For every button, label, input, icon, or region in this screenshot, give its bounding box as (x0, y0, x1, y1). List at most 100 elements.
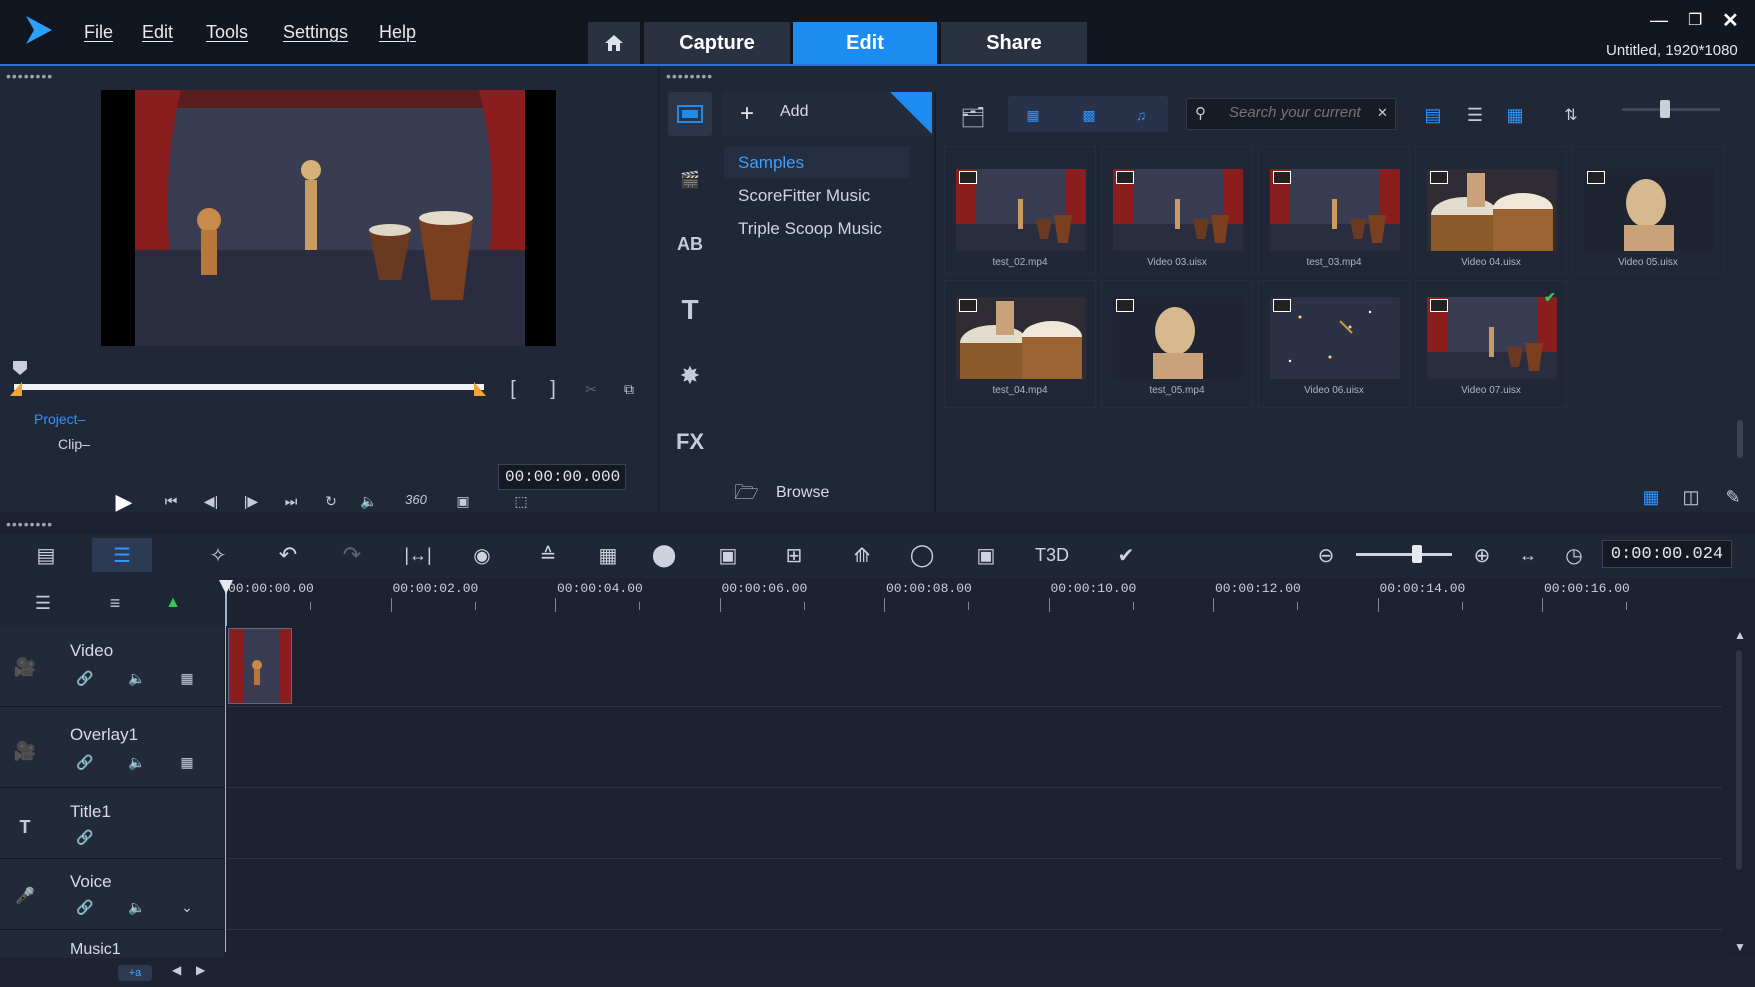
transition-icon[interactable]: AB (668, 222, 712, 266)
multi-camera-icon[interactable]: ▦ (588, 538, 628, 572)
mute-icon[interactable]: 🔈 (126, 751, 148, 773)
track-manager-icon[interactable]: ☰ (32, 592, 54, 614)
play-icon[interactable]: ▶ (112, 489, 136, 514)
menu-tools[interactable]: Tools (206, 22, 248, 43)
project-mode[interactable]: Project– (34, 411, 85, 427)
mute-icon[interactable]: 🔈 (126, 667, 148, 689)
media-thumbnail[interactable]: test_03.mp4 (1258, 146, 1410, 274)
media-library-icon[interactable] (668, 92, 712, 136)
import-media-icon[interactable]: 🗂 (956, 102, 990, 132)
360-view-icon[interactable]: 360 (398, 488, 434, 510)
sound-mixer-icon[interactable]: ≙ (528, 538, 568, 572)
minimize-icon[interactable]: — (1650, 10, 1668, 31)
repeat-icon[interactable]: ↻ (320, 490, 342, 512)
menu-edit[interactable]: Edit (142, 22, 173, 43)
folder-samples[interactable]: Samples (738, 153, 804, 173)
zoom-slider-handle[interactable] (1412, 545, 1422, 563)
mute-icon[interactable]: 🔈 (126, 896, 148, 918)
motion-tracking-icon[interactable]: ⟰ (842, 538, 882, 572)
preview-window[interactable] (101, 90, 556, 346)
show-photo-icon[interactable]: ▩ (1074, 102, 1104, 128)
home-tab[interactable] (588, 22, 640, 64)
restore-icon[interactable]: ❐ (1688, 10, 1702, 30)
zoom-slider[interactable] (1356, 553, 1452, 556)
redo-icon[interactable]: ↷ (332, 538, 372, 572)
add-track-button[interactable]: +a (118, 965, 152, 981)
graphics-icon[interactable]: ✸ (668, 354, 712, 398)
show-audio-icon[interactable]: ♫ (1126, 102, 1156, 128)
ripple-link-icon[interactable]: 🔗 (74, 667, 96, 689)
track-row-video[interactable] (226, 626, 1722, 707)
list-view-selected-icon[interactable]: ▤ (1418, 102, 1448, 128)
media-thumbnail[interactable]: ✔ Video 07.uisx (1415, 280, 1567, 408)
expand-icon[interactable]: ⌄ (176, 896, 198, 918)
scroll-right-icon[interactable]: ▶ (196, 963, 205, 977)
volume-icon[interactable]: 🔈 (358, 490, 380, 512)
thumbnail-size-handle[interactable] (1660, 100, 1670, 118)
folder-scorefitter[interactable]: ScoreFitter Music (738, 186, 870, 206)
menu-file[interactable]: File (84, 22, 113, 43)
media-thumbnail[interactable]: test_05.mp4 (1101, 280, 1253, 408)
skip-start-icon[interactable]: ⏮ (160, 490, 182, 512)
auto-music-icon[interactable]: ✔ (1106, 538, 1146, 572)
track-row-title[interactable] (226, 788, 1722, 859)
record-capture-icon[interactable]: ◉ (462, 538, 502, 572)
zoom-out-icon[interactable]: ⊖ (1306, 538, 1346, 572)
panel-grip[interactable]: •••••••• (6, 69, 53, 83)
undo-icon[interactable]: ↶ (268, 538, 308, 572)
library-panel-icon[interactable]: ▦ (1636, 486, 1666, 508)
library-scrollbar[interactable] (1737, 420, 1743, 458)
add-icon[interactable]: + (740, 100, 754, 128)
media-thumbnail[interactable]: Video 05.uisx (1572, 146, 1724, 274)
details-view-icon[interactable]: ☰ (1460, 102, 1490, 128)
track-transparency-icon[interactable]: ▦ (176, 751, 198, 773)
media-thumbnail[interactable]: Video 06.uisx (1258, 280, 1410, 408)
tools-icon[interactable]: ✧ (198, 538, 238, 572)
chapter-marker-icon[interactable]: ≡ (104, 592, 126, 614)
mark-out-icon[interactable]: ] (542, 378, 564, 400)
mark-in-icon[interactable]: [ (502, 378, 524, 400)
fit-to-project-icon[interactable]: |↔| (398, 538, 438, 572)
enlarge-preview-icon[interactable]: ⧉ (618, 378, 640, 400)
player-timecode[interactable]: 00:00:00.000 (498, 464, 626, 490)
clip-mode[interactable]: Clip– (58, 436, 90, 452)
selection-tool-icon[interactable]: ⬚ (506, 490, 536, 512)
clear-search-icon[interactable]: ✕ (1377, 105, 1388, 121)
previous-frame-icon[interactable]: ◀| (200, 490, 222, 512)
split-clip-icon[interactable]: ✂ (580, 378, 602, 400)
menu-settings[interactable]: Settings (283, 22, 348, 43)
filter-fx-icon[interactable]: FX (668, 420, 712, 464)
media-thumbnail[interactable]: test_04.mp4 (944, 280, 1096, 408)
options-panel-icon[interactable]: ◫ (1676, 486, 1706, 508)
scroll-down-icon[interactable]: ▼ (1734, 940, 1746, 954)
track-row-music[interactable] (226, 930, 1722, 959)
next-frame-icon[interactable]: |▶ (240, 490, 262, 512)
media-thumbnail[interactable]: Video 04.uisx (1415, 146, 1567, 274)
timeline-timecode[interactable]: 0:00:00.024 (1602, 540, 1732, 568)
timeline-view-icon[interactable]: ☰ (92, 538, 152, 572)
thumbnail-size-slider[interactable] (1622, 108, 1720, 111)
ripple-link-icon[interactable]: 🔗 (74, 826, 96, 848)
aspect-ratio-icon[interactable]: ▣ (448, 490, 478, 512)
path-icon[interactable]: ◯ (902, 538, 942, 572)
tab-share[interactable]: Share (941, 22, 1087, 64)
close-icon[interactable]: ✕ (1722, 8, 1739, 33)
thumbnail-view-icon[interactable]: ▦ (1500, 102, 1530, 128)
instant-project-icon[interactable]: 🎬 (668, 158, 712, 202)
storyboard-view-icon[interactable]: ▤ (26, 538, 66, 572)
search-box[interactable]: ⚲ ✕ (1186, 98, 1396, 130)
track-row-overlay[interactable] (226, 707, 1722, 788)
browse-button[interactable]: Browse (776, 484, 829, 502)
add-folder-button[interactable]: Add (780, 103, 808, 121)
edit-properties-icon[interactable]: ✎ (1720, 486, 1746, 508)
title-icon[interactable]: T (668, 288, 712, 332)
add-marker-icon[interactable]: ▲ (162, 592, 184, 614)
folder-triple-scoop[interactable]: Triple Scoop Music (738, 219, 882, 239)
sort-icon[interactable]: ⇅ (1556, 102, 1586, 128)
ripple-link-icon[interactable]: 🔗 (74, 896, 96, 918)
panel-grip[interactable]: •••••••• (6, 517, 53, 531)
video-clip[interactable] (228, 628, 292, 704)
track-row-voice[interactable] (226, 859, 1722, 930)
mask-creator-icon[interactable]: ⬤ (644, 538, 684, 572)
skip-end-icon[interactable]: ⏭ (280, 490, 302, 512)
